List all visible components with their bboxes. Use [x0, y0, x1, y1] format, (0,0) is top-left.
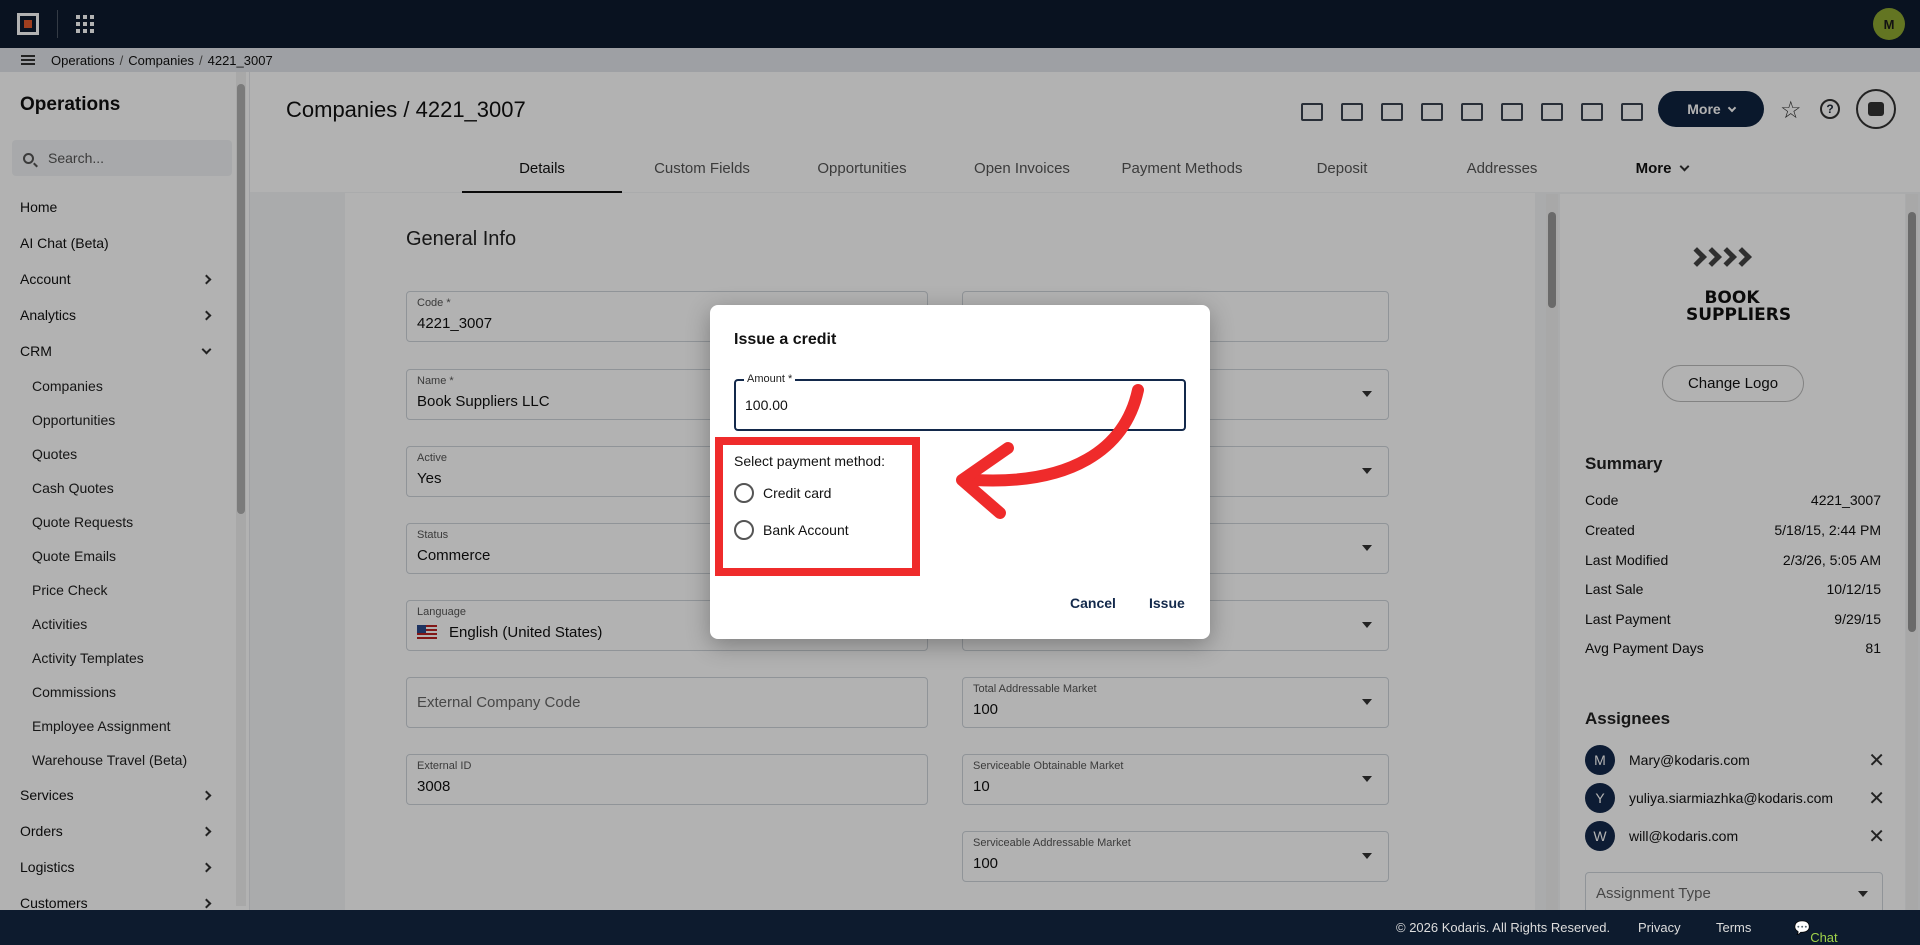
terms-link[interactable]: Terms — [1716, 920, 1751, 935]
dialog-title: Issue a credit — [734, 331, 837, 348]
chat-button[interactable]: 💬 Chat with us — [1794, 920, 1838, 945]
footer: © 2026 Kodaris. All Rights Reserved. Pri… — [0, 910, 1920, 945]
cancel-button[interactable]: Cancel — [1070, 595, 1116, 611]
copyright: © 2026 Kodaris. All Rights Reserved. — [1396, 920, 1611, 935]
annotation-arrow-icon — [956, 384, 1144, 519]
privacy-link[interactable]: Privacy — [1638, 920, 1681, 935]
issue-button[interactable]: Issue — [1149, 595, 1185, 611]
highlight-box — [715, 437, 920, 576]
